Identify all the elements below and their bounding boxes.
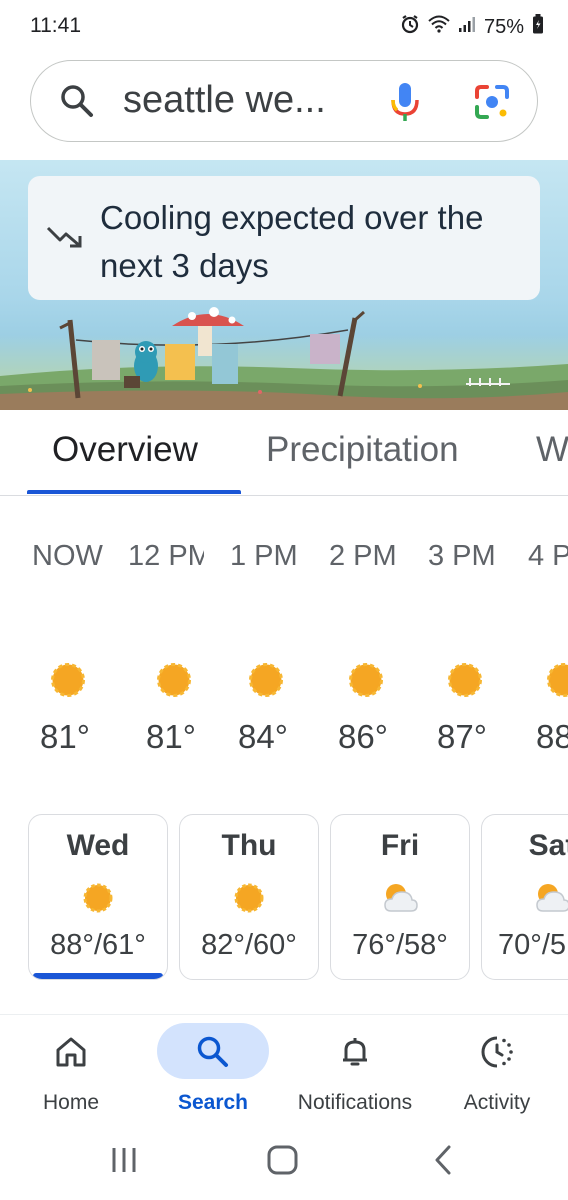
nav-activity-label: Activity [463,1091,531,1114]
sun-icon [81,881,115,920]
sun-icon [48,660,88,705]
partly-cloudy-icon [533,881,568,920]
status-icons: 75% [400,14,544,40]
search-input[interactable]: seattle we... [123,79,326,122]
day-selected-indicator [33,973,163,979]
search-icon [59,83,95,124]
day-name: Wed [66,829,130,862]
nav-search-label: Search [177,1091,249,1114]
back-icon[interactable] [428,1144,460,1181]
home-icon [54,1035,88,1074]
day-card-sat[interactable]: Sat 70°/5 [481,814,568,980]
nav-search[interactable]: Search [142,1023,284,1123]
home-button-icon[interactable] [266,1144,300,1181]
bottom-navigation: Home Search Notifications Activity [0,1014,568,1124]
signal-icon [458,15,476,39]
nav-home[interactable]: Home [0,1023,142,1123]
day-card-wed[interactable]: Wed 88°/61° [28,814,168,980]
hour-time: NOW [32,540,103,572]
hour-temp: 87° [437,718,487,755]
hour-time: 12 PM [128,540,204,572]
trend-card[interactable]: Cooling expected over the next 3 days [28,176,540,300]
daily-forecast: Wed 88°/61° Thu 82°/60° Fri 76°/58° Sat … [0,814,568,984]
tab-selected-indicator [27,490,241,494]
hour-time: 2 PM [329,540,397,572]
bell-icon [338,1035,372,1074]
hour-temp: 84° [238,718,288,755]
laundry-scene-illustration [0,307,568,410]
day-card-thu[interactable]: Thu 82°/60° [179,814,319,980]
alarm-icon [400,14,420,40]
recent-apps-icon[interactable] [108,1144,140,1181]
search-icon [196,1035,230,1074]
day-name: Fri [380,829,420,862]
day-name: Thu [221,829,277,862]
hour-item: 12 PM 81° [128,540,228,770]
hour-item: 3 PM 87° [428,540,528,770]
search-bar[interactable]: seattle we... [30,60,538,142]
hourly-forecast[interactable]: NOW 81° 12 PM 81° 1 PM 84° 2 PM 86° 3 PM… [0,540,568,770]
nav-home-label: Home [42,1091,100,1114]
tab-wind[interactable]: W [536,430,568,470]
nav-notifications[interactable]: Notifications [284,1023,426,1123]
sun-icon [246,660,286,705]
sun-icon [154,660,194,705]
status-bar: 11:41 75% [0,0,568,52]
battery-icon [532,14,544,40]
hour-temp: 81° [40,718,90,755]
activity-icon [480,1035,514,1074]
hour-time: 3 PM [428,540,496,572]
day-temps: 70°/5 [498,929,567,961]
mic-icon[interactable] [387,81,423,128]
lens-icon[interactable] [473,83,511,126]
sun-icon [544,660,568,705]
nav-notifications-label: Notifications [297,1091,413,1114]
sun-icon [232,881,266,920]
trend-text: Cooling expected over the next 3 days [100,199,484,284]
sun-icon [445,660,485,705]
day-temps: 76°/58° [352,929,448,961]
weather-tabs: Overview Precipitation W [0,410,568,496]
hour-item: 2 PM 86° [329,540,429,770]
hour-item: 1 PM 84° [230,540,330,770]
hour-temp: 88° [536,718,568,755]
day-temps: 82°/60° [201,929,297,961]
day-card-fri[interactable]: Fri 76°/58° [330,814,470,980]
hour-item: NOW 81° [32,540,132,770]
wifi-icon [428,15,450,39]
battery-percent: 75% [483,15,524,38]
tab-precipitation[interactable]: Precipitation [266,430,459,470]
nav-activity[interactable]: Activity [426,1023,568,1123]
system-navigation-bar [0,1124,568,1200]
hour-time: 4 PM [528,540,568,572]
hour-temp: 86° [338,718,388,755]
sun-icon [346,660,386,705]
tab-overview[interactable]: Overview [52,430,198,470]
weather-banner: Cooling expected over the next 3 days [0,160,568,410]
day-name: Sat [528,829,568,862]
day-temps: 88°/61° [50,929,146,961]
partly-cloudy-icon [381,881,419,920]
hour-time: 1 PM [230,540,298,572]
hour-item: 4 PM 88° [528,540,568,770]
status-time: 11:41 [30,14,81,37]
trending-down-icon [46,224,84,255]
hour-temp: 81° [146,718,196,755]
